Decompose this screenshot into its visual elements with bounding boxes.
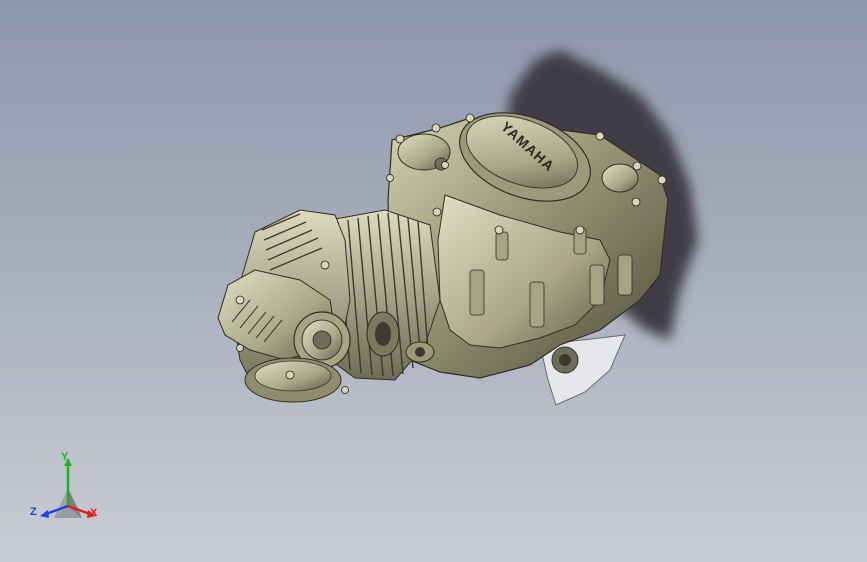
engine-model[interactable]: YAMAHA xyxy=(0,0,867,562)
triad-z-label: Z xyxy=(30,506,37,518)
graphics-viewport[interactable]: YAMAHA Y X Z xyxy=(0,0,867,562)
timing-cover xyxy=(601,163,639,193)
triad-y-label: Y xyxy=(61,451,69,463)
triad-x-label: X xyxy=(90,507,98,519)
view-orientation-triad[interactable]: Y X Z xyxy=(28,448,108,523)
